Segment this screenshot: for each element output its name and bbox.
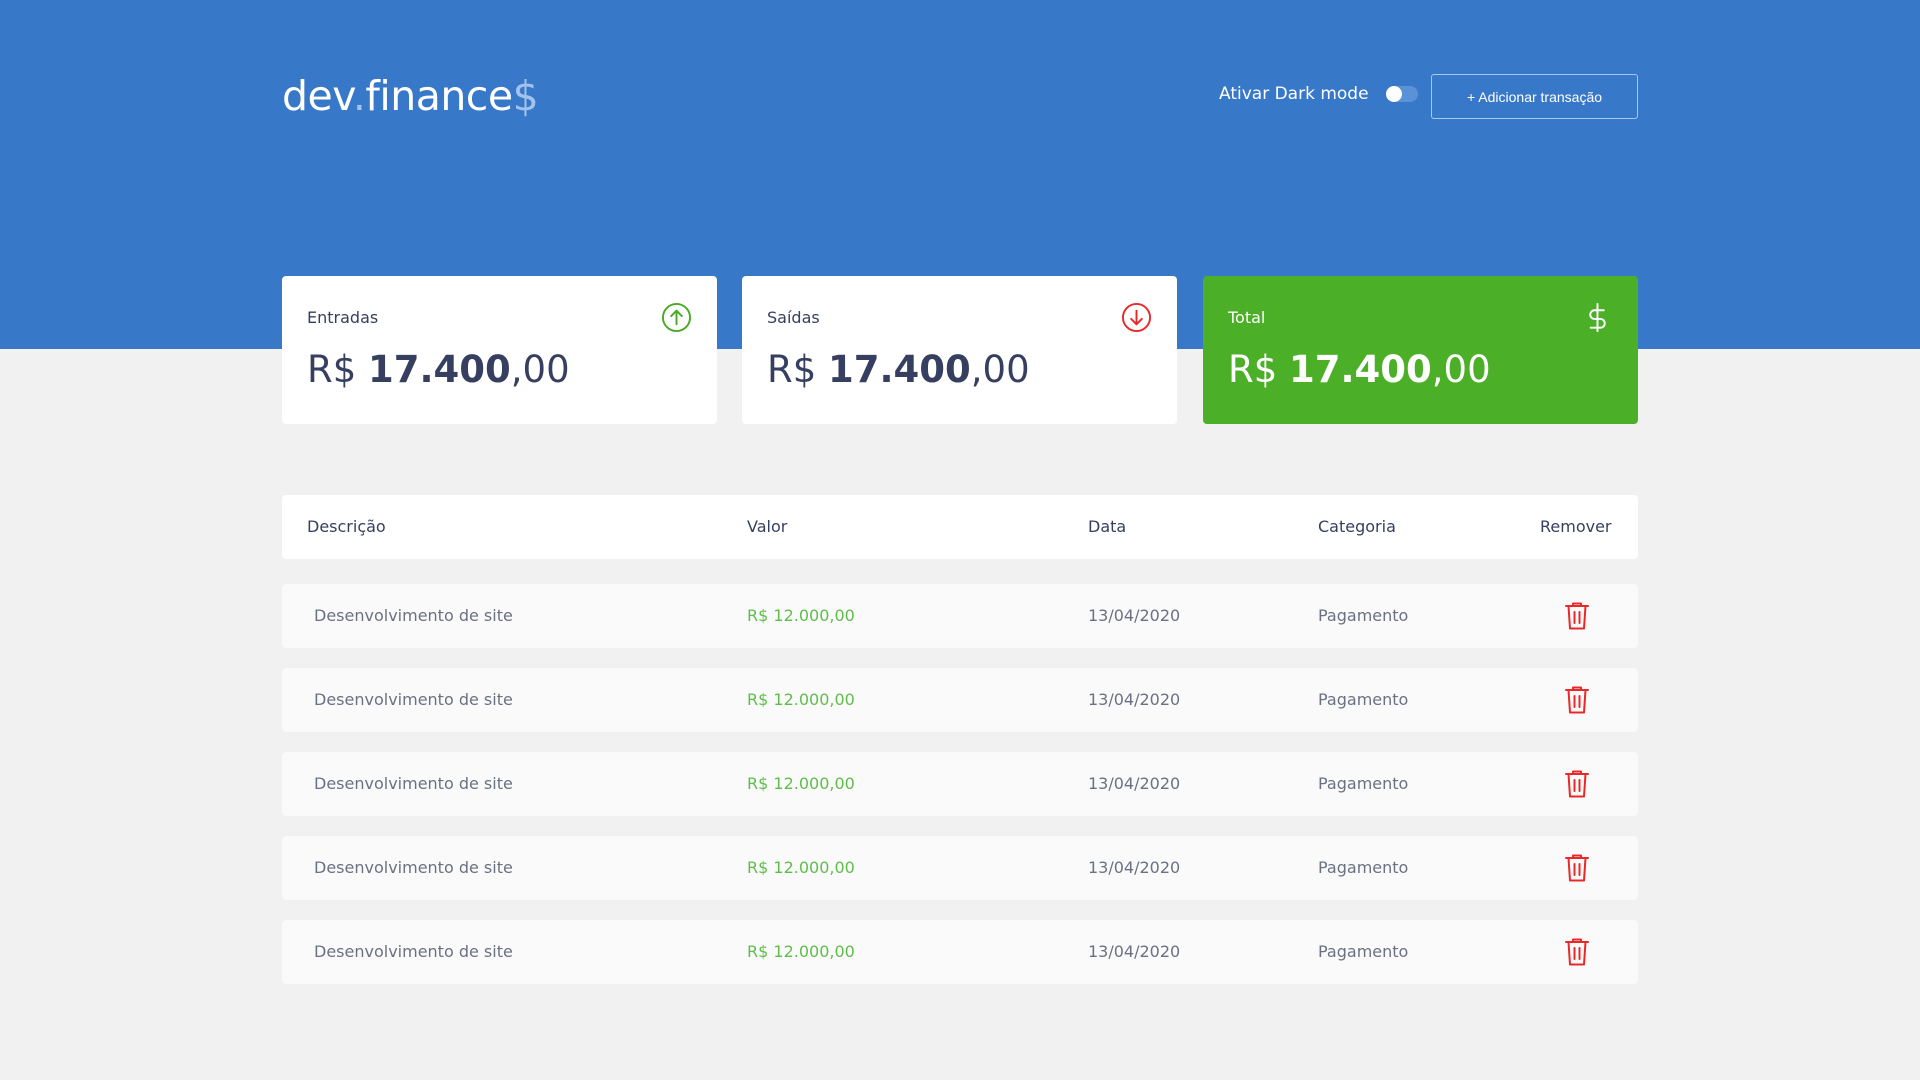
row-category: Pagamento <box>1318 606 1409 625</box>
header-value: Valor <box>747 517 788 536</box>
dark-mode-label: Ativar Dark mode <box>1219 84 1369 104</box>
toggle-knob <box>1385 86 1402 102</box>
row-description: Desenvolvimento de site <box>314 942 513 961</box>
total-amount: R$ 17.400,00 <box>1228 348 1491 391</box>
row-value: R$ 12.000,00 <box>747 858 855 877</box>
table-row: Desenvolvimento de site R$ 12.000,00 13/… <box>282 668 1638 732</box>
row-value: R$ 12.000,00 <box>747 606 855 625</box>
expense-card: Saídas R$ 17.400,00 <box>742 276 1177 424</box>
expense-card-title: Saídas <box>767 308 820 327</box>
dark-mode-toggle[interactable] <box>1385 86 1418 102</box>
expense-amount: R$ 17.400,00 <box>767 348 1030 391</box>
header-category: Categoria <box>1318 517 1396 536</box>
header-description: Descrição <box>307 517 386 536</box>
table-row: Desenvolvimento de site R$ 12.000,00 13/… <box>282 584 1638 648</box>
table-header: Descrição Valor Data Categoria Remover <box>282 495 1638 559</box>
add-transaction-button[interactable]: + Adicionar transação <box>1431 74 1638 119</box>
table-row: Desenvolvimento de site R$ 12.000,00 13/… <box>282 752 1638 816</box>
total-card: Total R$ 17.400,00 <box>1203 276 1638 424</box>
row-value: R$ 12.000,00 <box>747 774 855 793</box>
header-remove: Remover <box>1540 517 1612 536</box>
row-date: 13/04/2020 <box>1088 690 1181 709</box>
arrow-down-circle-icon <box>1121 302 1152 333</box>
table-row: Desenvolvimento de site R$ 12.000,00 13/… <box>282 920 1638 984</box>
arrow-up-circle-icon <box>661 302 692 333</box>
row-description: Desenvolvimento de site <box>314 858 513 877</box>
trash-icon[interactable] <box>1564 853 1590 883</box>
row-description: Desenvolvimento de site <box>314 606 513 625</box>
row-date: 13/04/2020 <box>1088 942 1181 961</box>
app-logo: dev.finance$ <box>282 72 539 120</box>
header-date: Data <box>1088 517 1127 536</box>
row-category: Pagamento <box>1318 774 1409 793</box>
row-value: R$ 12.000,00 <box>747 942 855 961</box>
income-amount: R$ 17.400,00 <box>307 348 570 391</box>
total-card-title: Total <box>1228 308 1266 327</box>
row-date: 13/04/2020 <box>1088 774 1181 793</box>
trash-icon[interactable] <box>1564 601 1590 631</box>
trash-icon[interactable] <box>1564 685 1590 715</box>
dollar-icon <box>1589 302 1606 333</box>
trash-icon[interactable] <box>1564 769 1590 799</box>
row-description: Desenvolvimento de site <box>314 774 513 793</box>
income-card: Entradas R$ 17.400,00 <box>282 276 717 424</box>
table-row: Desenvolvimento de site R$ 12.000,00 13/… <box>282 836 1638 900</box>
row-category: Pagamento <box>1318 942 1409 961</box>
row-category: Pagamento <box>1318 690 1409 709</box>
income-card-title: Entradas <box>307 308 379 327</box>
row-date: 13/04/2020 <box>1088 858 1181 877</box>
row-date: 13/04/2020 <box>1088 606 1181 625</box>
row-value: R$ 12.000,00 <box>747 690 855 709</box>
row-description: Desenvolvimento de site <box>314 690 513 709</box>
trash-icon[interactable] <box>1564 937 1590 967</box>
row-category: Pagamento <box>1318 858 1409 877</box>
dark-mode-control: Ativar Dark mode <box>1219 84 1418 104</box>
